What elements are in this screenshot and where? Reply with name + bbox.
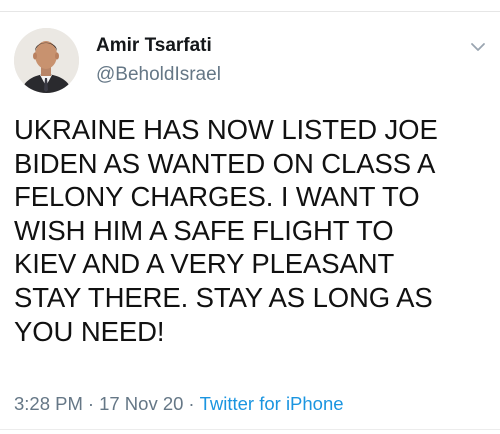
meta-separator: ·	[87, 393, 95, 414]
tweet-text: UKRAINE HAS NOW LISTED JOE BIDEN AS WANT…	[14, 113, 484, 348]
tweet-text-line: WISH HIM A SAFE FLIGHT TO	[14, 214, 394, 246]
tweet-text-line: KIEV AND A VERY PLEASANT	[14, 248, 395, 280]
tweet-time[interactable]: 3:28 PM	[14, 393, 83, 414]
chevron-down-icon[interactable]	[468, 40, 488, 54]
tweet-date[interactable]: 17 Nov 20	[99, 393, 183, 414]
tweet-card: Amir Tsarfati @BeholdIsrael UKRAINE HAS …	[0, 0, 500, 434]
tweet-text-line: YOU NEED!	[14, 315, 165, 347]
author-display-name[interactable]: Amir Tsarfati	[96, 35, 212, 57]
tweet-text-line: UKRAINE HAS NOW LISTED JOE	[14, 114, 438, 145]
bottom-divider	[0, 429, 500, 430]
tweet-text-line: STAY THERE. STAY AS LONG AS	[14, 281, 433, 313]
profile-photo-icon	[14, 28, 79, 93]
tweet-text-line: BIDEN AS WANTED ON CLASS A	[14, 147, 436, 179]
tweet-source-link[interactable]: Twitter for iPhone	[200, 393, 344, 414]
tweet-meta: 3:28 PM · 17 Nov 20 · Twitter for iPhone	[14, 393, 344, 415]
meta-separator: ·	[188, 393, 195, 414]
avatar[interactable]	[14, 28, 79, 93]
tweet-text-line: FELONY CHARGES. I WANT TO	[14, 181, 420, 213]
author-handle[interactable]: @BeholdIsrael	[96, 64, 221, 86]
